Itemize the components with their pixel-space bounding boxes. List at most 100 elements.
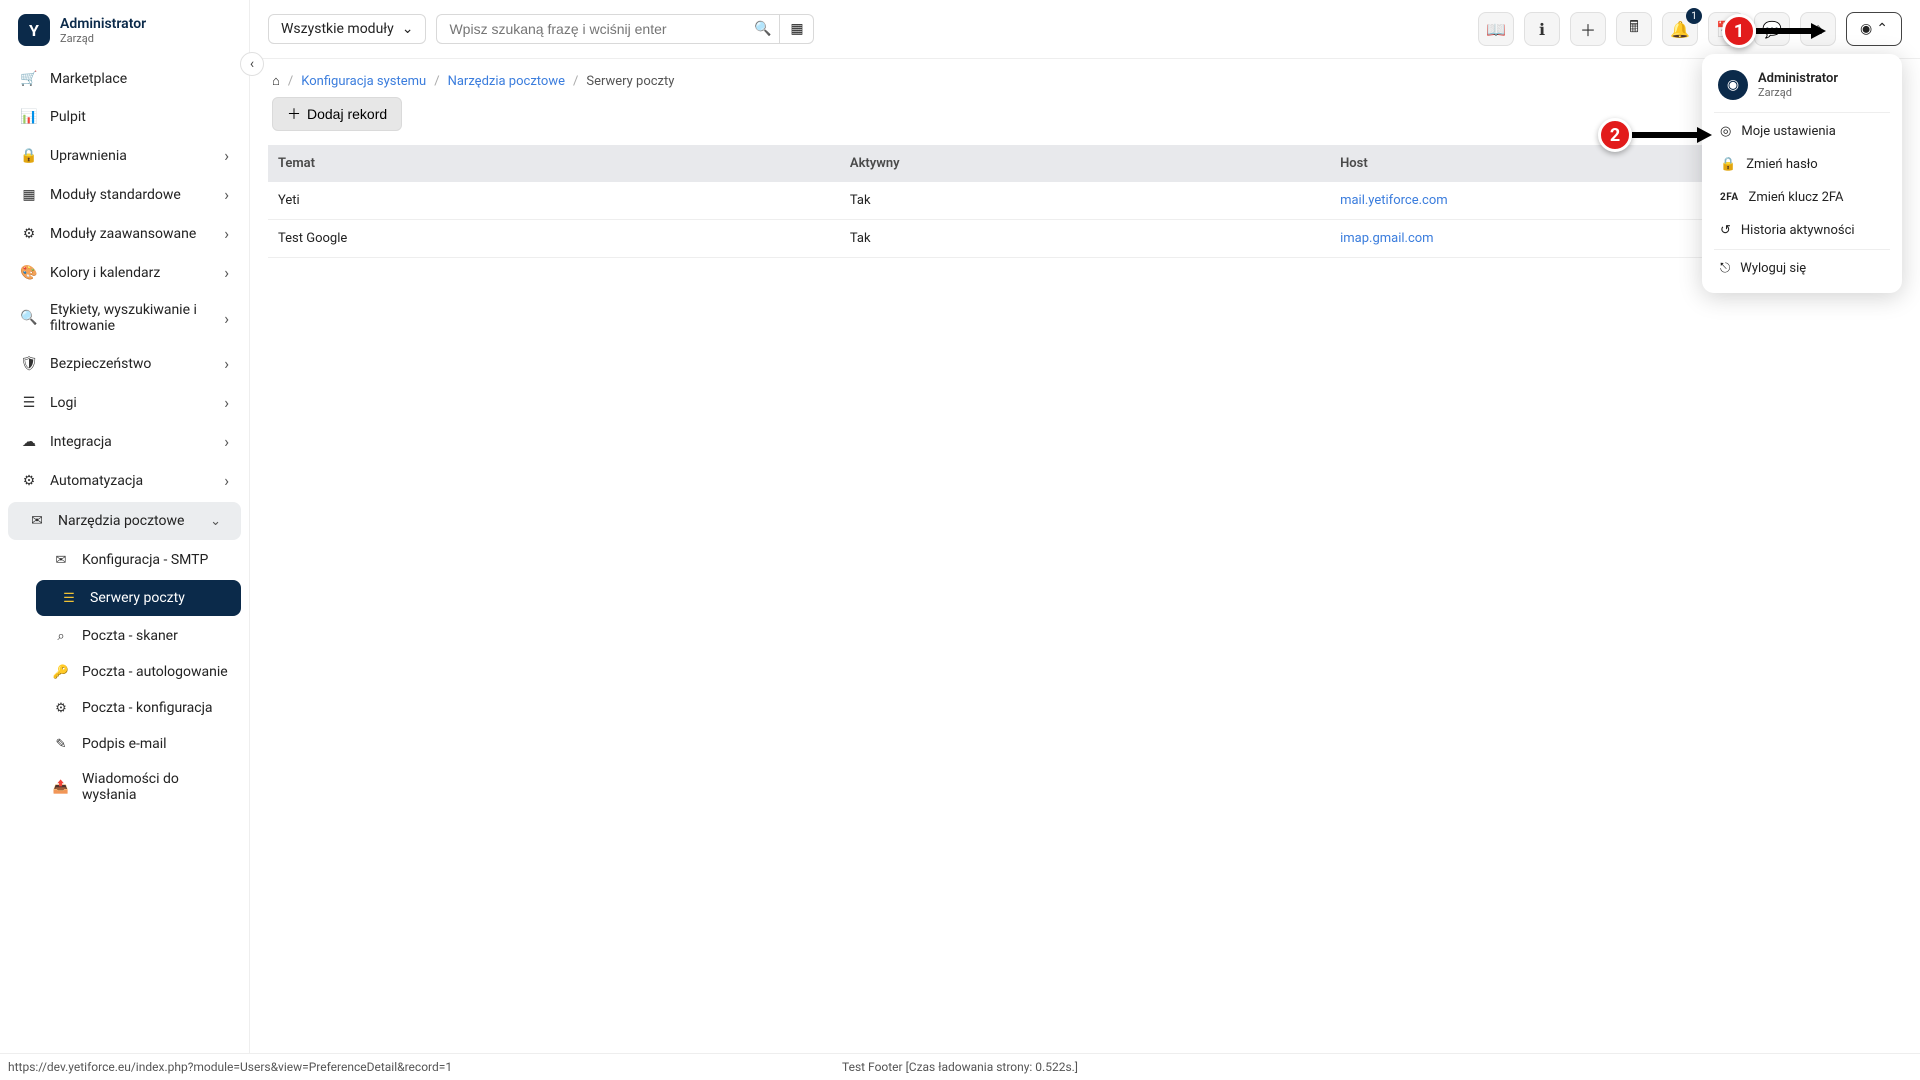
plus-icon: ＋ bbox=[287, 104, 301, 124]
servers-icon: ☰ bbox=[60, 589, 78, 607]
bell-icon: 🔔 bbox=[1670, 20, 1690, 39]
user-menu-dropdown: ◉ Administrator Zarząd ◎ Moje ustawienia… bbox=[1702, 54, 1902, 293]
search-input[interactable] bbox=[436, 14, 746, 44]
subnav-autologowanie[interactable]: 🔑 Poczta - autologowanie bbox=[28, 654, 249, 690]
subnav-skaner[interactable]: ⌕ Poczta - skaner bbox=[28, 618, 249, 654]
topbar-book-button[interactable]: 📖 bbox=[1478, 12, 1514, 46]
divider bbox=[1714, 112, 1890, 113]
module-select[interactable]: Wszystkie moduły ⌄ bbox=[268, 14, 426, 44]
menu-historia[interactable]: ↺ Historia aktywności bbox=[1702, 214, 1902, 247]
col-header[interactable]: Temat bbox=[268, 145, 840, 182]
calculator-icon: 🖩 bbox=[1629, 16, 1639, 43]
cloud-icon: ☁ bbox=[20, 433, 38, 451]
advanced-search-button[interactable]: ▦ bbox=[780, 14, 814, 44]
user-menu-button[interactable]: ◉ ⌃ bbox=[1846, 12, 1902, 46]
gear-icon: ⚙ bbox=[20, 472, 38, 490]
user-menu-header: ◉ Administrator Zarząd bbox=[1702, 62, 1902, 110]
autologin-icon: 🔑 bbox=[52, 663, 70, 681]
subnav-podpis-email[interactable]: ✎ Podpis e-mail bbox=[28, 726, 249, 762]
col-header[interactable]: Aktywny bbox=[840, 145, 1330, 182]
cell-aktywny: Tak bbox=[840, 182, 1330, 220]
main-nav: 🛒 Marketplace 📊 Pulpit 🔒 Uprawnienia ▦ M… bbox=[0, 56, 249, 816]
sidebar-collapse-button[interactable]: ‹ bbox=[240, 52, 264, 76]
book-icon: 📖 bbox=[1486, 20, 1506, 39]
lock-icon: 🔒 bbox=[20, 147, 38, 165]
nav-pulpit[interactable]: 📊 Pulpit bbox=[0, 98, 249, 136]
annotation-number: 2 bbox=[1598, 118, 1632, 152]
module-select-label: Wszystkie moduły bbox=[281, 21, 394, 37]
grid-icon: ▦ bbox=[20, 186, 38, 204]
chevron-right-icon bbox=[224, 471, 229, 490]
chevron-down-icon: ⌄ bbox=[210, 514, 221, 529]
chevron-up-icon: ⌃ bbox=[1876, 21, 1888, 37]
table-row[interactable]: Yeti Tak mail.yetiforce.com bbox=[268, 182, 1902, 220]
home-icon[interactable]: ⌂ bbox=[272, 73, 280, 89]
nav-bezpieczenstwo[interactable]: 🛡 Bezpieczeństwo bbox=[0, 344, 249, 383]
menu-moje-ustawienia[interactable]: ◎ Moje ustawienia bbox=[1702, 115, 1902, 148]
subnav-poczta-konfiguracja[interactable]: ⚙ Poczta - konfiguracja bbox=[28, 690, 249, 726]
footer: https://dev.yetiforce.eu/index.php?modul… bbox=[0, 1053, 1920, 1080]
nav-moduly-standardowe[interactable]: ▦ Moduły standardowe bbox=[0, 175, 249, 214]
mailcfg-icon: ⚙ bbox=[52, 699, 70, 717]
subnav-wiadomosci-wyslania[interactable]: 📤 Wiadomości do wysłania bbox=[28, 762, 249, 812]
crumb-link[interactable]: Konfiguracja systemu bbox=[301, 74, 426, 89]
logout-icon: ⎋ bbox=[1720, 261, 1730, 276]
add-record-button[interactable]: ＋ Dodaj rekord bbox=[272, 97, 402, 131]
add-record-label: Dodaj rekord bbox=[307, 106, 387, 122]
breadcrumb: ⌂ / Konfiguracja systemu / Narzędzia poc… bbox=[250, 59, 1920, 91]
nav-moduly-zaawansowane[interactable]: ⚙ Moduły zaawansowane bbox=[0, 214, 249, 253]
crumb-link[interactable]: Narzędzia pocztowe bbox=[448, 74, 565, 89]
subnav-serwery-poczty[interactable]: ☰ Serwery poczty bbox=[36, 580, 241, 616]
chevron-right-icon bbox=[224, 354, 229, 373]
brand-role: Zarząd bbox=[60, 32, 146, 45]
search-button[interactable]: 🔍 bbox=[746, 14, 780, 44]
annotation-callout-1: 1 bbox=[1722, 14, 1826, 48]
history-icon: ↺ bbox=[1720, 223, 1731, 238]
annotation-callout-2: 2 bbox=[1598, 118, 1712, 152]
nav-kolory-kalendarz[interactable]: 🎨 Kolory i kalendarz bbox=[0, 253, 249, 292]
topbar-add-button[interactable]: ＋ bbox=[1570, 12, 1606, 46]
sidebar: Y Administrator Zarząd 🛒 Marketplace 📊 P… bbox=[0, 0, 250, 1080]
bell-badge: 1 bbox=[1686, 8, 1702, 24]
nav-automatyzacja[interactable]: ⚙ Automatyzacja bbox=[0, 461, 249, 500]
user-icon: ◉ bbox=[1727, 77, 1739, 93]
main-area: Wszystkie moduły ⌄ 🔍 ▦ 📖 ℹ ＋ 🖩 🔔 1 📅 💬 ⌂… bbox=[250, 0, 1920, 1080]
cell-host-link[interactable]: mail.yetiforce.com bbox=[1340, 193, 1448, 208]
arrow-icon bbox=[1756, 19, 1826, 43]
nav-integracja[interactable]: ☁ Integracja bbox=[0, 422, 249, 461]
menu-zmien-haslo[interactable]: 🔒 Zmień hasło bbox=[1702, 148, 1902, 181]
footer-center: Test Footer [Czas ładowania strony: 0.52… bbox=[842, 1060, 1078, 1074]
shield-icon: 🛡 bbox=[20, 355, 38, 373]
cell-host-link[interactable]: imap.gmail.com bbox=[1340, 231, 1434, 246]
mail-servers-table: Temat Aktywny Host Yeti Tak mail.yetifor… bbox=[268, 145, 1902, 258]
status-url: https://dev.yetiforce.eu/index.php?modul… bbox=[8, 1060, 452, 1074]
server-icon: ☰ bbox=[20, 394, 38, 412]
nav-narzedzia-pocztowe[interactable]: ✉ Narzędzia pocztowe ⌄ bbox=[8, 502, 241, 540]
calendar-icon: 🎨 bbox=[20, 264, 38, 282]
topbar-info-button[interactable]: ℹ bbox=[1524, 12, 1560, 46]
topbar-bell-button[interactable]: 🔔 1 bbox=[1662, 12, 1698, 46]
nav-etykiety[interactable]: 🔍 Etykiety, wyszukiwanie i filtrowanie bbox=[0, 292, 249, 344]
divider bbox=[1714, 249, 1890, 250]
nav-marketplace[interactable]: 🛒 Marketplace bbox=[0, 60, 249, 98]
nav-logi[interactable]: ☰ Logi bbox=[0, 383, 249, 422]
table-row[interactable]: Test Google Tak imap.gmail.com bbox=[268, 220, 1902, 258]
arrow-icon bbox=[1632, 123, 1712, 147]
cart-icon: 🛒 bbox=[20, 70, 38, 88]
brand-name: Administrator bbox=[60, 16, 146, 32]
info-icon: ℹ bbox=[1539, 20, 1545, 39]
chevron-right-icon bbox=[224, 185, 229, 204]
topbar: Wszystkie moduły ⌄ 🔍 ▦ 📖 ℹ ＋ 🖩 🔔 1 📅 💬 ⌂… bbox=[250, 0, 1920, 59]
subnav-smtp[interactable]: ✉ Konfiguracja - SMTP bbox=[28, 542, 249, 578]
crumb-current: Serwery poczty bbox=[586, 74, 674, 89]
subnav-mail-tools: ✉ Konfiguracja - SMTP ☰ Serwery poczty ⌕… bbox=[0, 542, 249, 812]
search-list-icon: 🔍 bbox=[20, 309, 38, 327]
menu-zmien-2fa[interactable]: 2FA Zmień klucz 2FA bbox=[1702, 181, 1902, 214]
user-cog-icon: ◎ bbox=[1720, 124, 1731, 139]
topbar-calculator-button[interactable]: 🖩 bbox=[1616, 12, 1652, 46]
search-icon: 🔍 bbox=[754, 21, 771, 37]
nav-uprawnienia[interactable]: 🔒 Uprawnienia bbox=[0, 136, 249, 175]
outbox-icon: 📤 bbox=[52, 778, 70, 796]
menu-wyloguj[interactable]: ⎋ Wyloguj się bbox=[1702, 252, 1902, 285]
user-menu-role: Zarząd bbox=[1758, 86, 1838, 99]
